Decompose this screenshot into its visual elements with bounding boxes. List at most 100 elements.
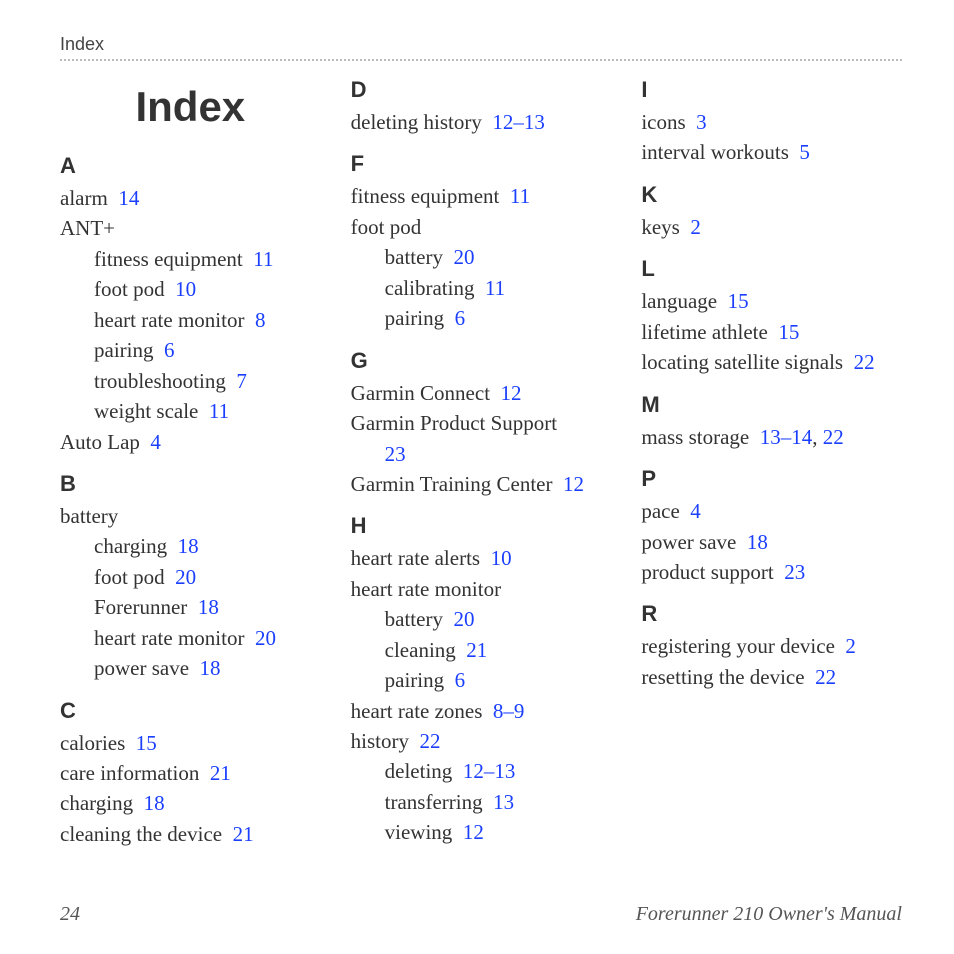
entry-text: product support (641, 560, 773, 584)
page-link[interactable]: 12 (463, 820, 484, 844)
page-link[interactable]: 11 (209, 399, 229, 423)
entry-text: battery (385, 245, 443, 269)
index-entry: resetting the device 22 (641, 662, 902, 692)
page-link[interactable]: 12 (501, 381, 522, 405)
entry-text: battery (60, 504, 118, 528)
page-link[interactable]: 12–13 (492, 110, 545, 134)
index-entry: foot pod (351, 212, 612, 242)
page-link[interactable]: 13 (493, 790, 514, 814)
page-link[interactable]: 21 (233, 822, 254, 846)
page-link[interactable]: 20 (453, 245, 474, 269)
page-link[interactable]: 21 (210, 761, 231, 785)
page-link[interactable]: 13–14 (760, 425, 813, 449)
entry-text: lifetime athlete (641, 320, 768, 344)
index-entry: power save 18 (641, 527, 902, 557)
index-entry: icons 3 (641, 107, 902, 137)
index-columns: Index A alarm 14 ANT+ fitness equipment … (60, 77, 902, 867)
page-link[interactable]: 18 (144, 791, 165, 815)
page-link[interactable]: 22 (823, 425, 844, 449)
entry-text: foot pod (94, 277, 165, 301)
page-link[interactable]: 23 (385, 442, 406, 466)
page-link[interactable]: 15 (728, 289, 749, 313)
entry-text: mass storage (641, 425, 749, 449)
entry-text: ANT+ (60, 216, 115, 240)
entry-text: pairing (385, 306, 444, 330)
page-link[interactable]: 15 (778, 320, 799, 344)
page-link[interactable]: 11 (485, 276, 505, 300)
index-subentry: foot pod 20 (60, 562, 321, 592)
entry-text: pairing (94, 338, 153, 362)
manual-title: Forerunner 210 Owner's Manual (636, 903, 902, 926)
page-link[interactable]: 23 (784, 560, 805, 584)
page-link[interactable]: 18 (747, 530, 768, 554)
index-entry: mass storage 13–14, 22 (641, 422, 902, 452)
page-link[interactable]: 22 (854, 350, 875, 374)
page-link[interactable]: 11 (253, 247, 273, 271)
index-subentry: viewing 12 (351, 817, 612, 847)
index-entry: heart rate zones 8–9 (351, 696, 612, 726)
page-link[interactable]: 18 (178, 534, 199, 558)
index-subentry: troubleshooting 7 (60, 366, 321, 396)
page-link[interactable]: 18 (200, 656, 221, 680)
entry-text: troubleshooting (94, 369, 226, 393)
entry-text: history (351, 729, 409, 753)
section-letter-r: R (641, 601, 902, 627)
section-letter-b: B (60, 471, 321, 497)
index-entry: cleaning the device 21 (60, 819, 321, 849)
page-link[interactable]: 20 (175, 565, 196, 589)
page-link[interactable]: 8–9 (493, 699, 525, 723)
page-link[interactable]: 8 (255, 308, 266, 332)
page-link[interactable]: 6 (455, 306, 466, 330)
entry-text: resetting the device (641, 665, 804, 689)
page-link[interactable]: 21 (466, 638, 487, 662)
index-subentry: power save 18 (60, 653, 321, 683)
page-link[interactable]: 20 (255, 626, 276, 650)
page-link[interactable]: 2 (845, 634, 856, 658)
index-entry: Garmin Product Support23 (351, 408, 612, 469)
page-link[interactable]: 14 (118, 186, 139, 210)
page-link[interactable]: 11 (510, 184, 530, 208)
page-link[interactable]: 10 (175, 277, 196, 301)
page-link[interactable]: 2 (690, 215, 701, 239)
index-subentry: battery 20 (351, 242, 612, 272)
page-link[interactable]: 20 (453, 607, 474, 631)
index-entry: battery (60, 501, 321, 531)
page-link[interactable]: 6 (164, 338, 175, 362)
index-entry: deleting history 12–13 (351, 107, 612, 137)
entry-text: registering your device (641, 634, 835, 658)
section-letter-p: P (641, 466, 902, 492)
page-link[interactable]: 5 (799, 140, 810, 164)
index-subentry: calibrating 11 (351, 273, 612, 303)
page-link[interactable]: 3 (696, 110, 707, 134)
page-link[interactable]: 22 (815, 665, 836, 689)
running-head: Index (60, 34, 902, 61)
page-link[interactable]: 4 (690, 499, 701, 523)
page-link[interactable]: 12–13 (463, 759, 516, 783)
entry-text: pace (641, 499, 679, 523)
index-entry: language 15 (641, 286, 902, 316)
entry-text: locating satellite signals (641, 350, 843, 374)
page-link[interactable]: 10 (491, 546, 512, 570)
page-link[interactable]: 22 (420, 729, 441, 753)
page-link[interactable]: 15 (136, 731, 157, 755)
index-subentry: foot pod 10 (60, 274, 321, 304)
entry-text: pairing (385, 668, 444, 692)
page-link[interactable]: 4 (150, 430, 161, 454)
entry-text: charging (60, 791, 133, 815)
entry-text: fitness equipment (94, 247, 243, 271)
index-subentry: pairing 6 (351, 665, 612, 695)
page-link[interactable]: 6 (455, 668, 466, 692)
page-link[interactable]: 12 (563, 472, 584, 496)
index-subentry: pairing 6 (60, 335, 321, 365)
entry-text: foot pod (94, 565, 165, 589)
page-link[interactable]: 18 (198, 595, 219, 619)
index-entry: Garmin Connect 12 (351, 378, 612, 408)
section-letter-c: C (60, 698, 321, 724)
page-footer: 24 Forerunner 210 Owner's Manual (60, 903, 902, 926)
index-entry: keys 2 (641, 212, 902, 242)
entry-text: language (641, 289, 717, 313)
index-entry: charging 18 (60, 788, 321, 818)
page-link[interactable]: 7 (236, 369, 247, 393)
entry-text: care information (60, 761, 199, 785)
entry-text: interval workouts (641, 140, 789, 164)
